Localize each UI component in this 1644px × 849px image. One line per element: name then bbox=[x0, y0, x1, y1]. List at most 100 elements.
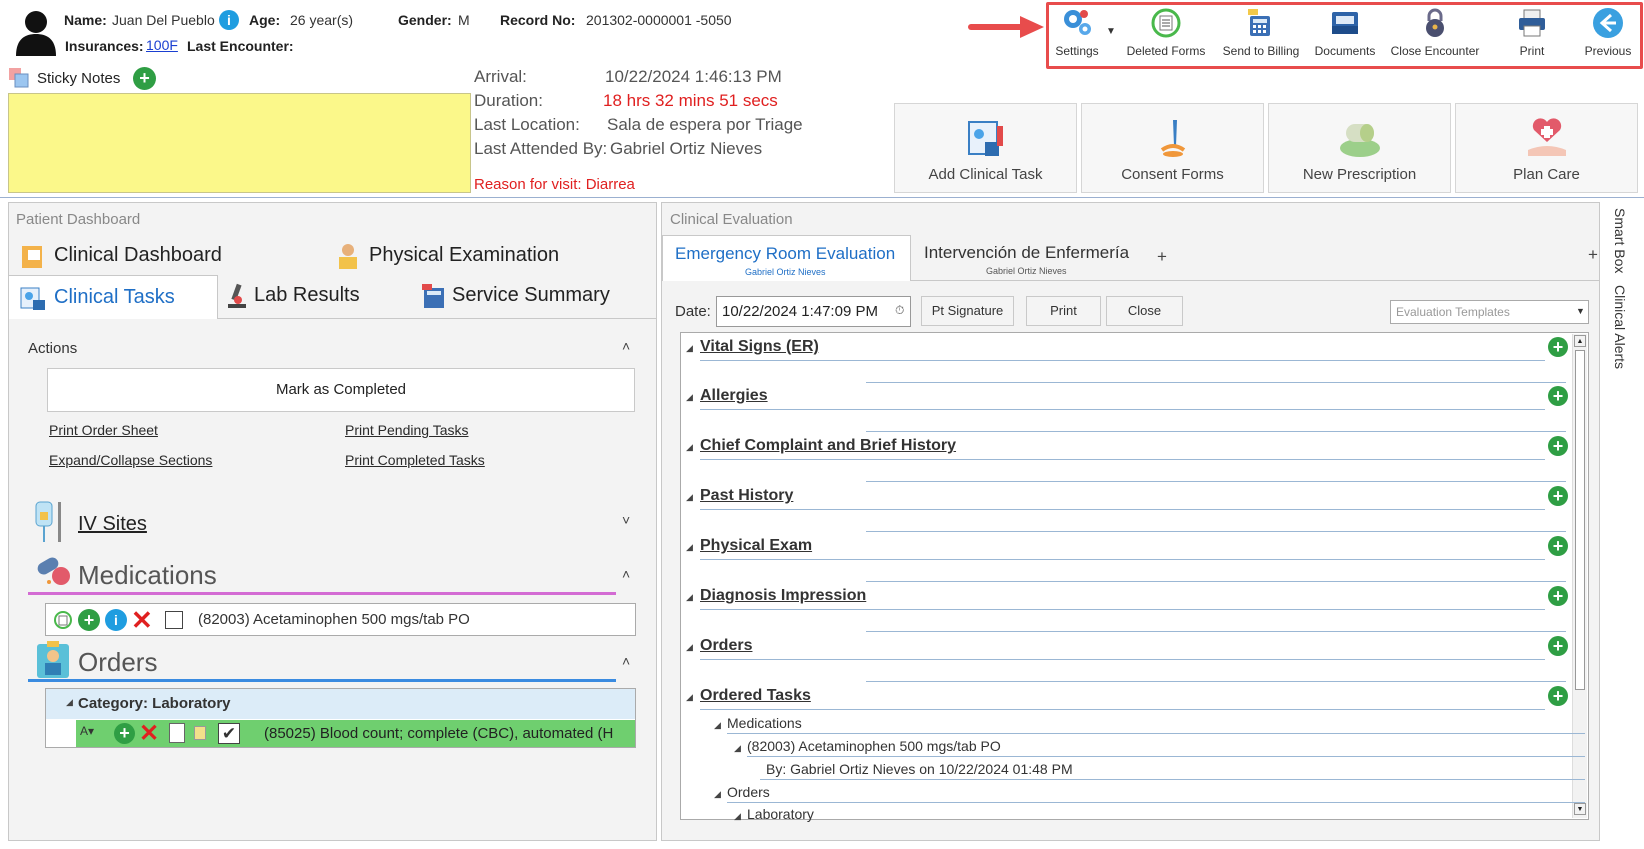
document-add-icon[interactable] bbox=[169, 723, 185, 743]
mark-completed-button[interactable]: Mark as Completed bbox=[47, 368, 635, 412]
delete-icon[interactable]: ✕ bbox=[131, 605, 153, 636]
new-prescription-button[interactable]: New Prescription bbox=[1268, 103, 1451, 193]
tree-med-item[interactable]: (82003) Acetaminophen 500 mgs/tab PO bbox=[747, 738, 1001, 754]
orders-collapse-icon[interactable]: ˄ bbox=[622, 653, 630, 669]
section-ordered-tasks[interactable]: ◢ Ordered Tasks + bbox=[686, 683, 1571, 711]
add-orders-icon[interactable]: + bbox=[1548, 636, 1568, 656]
tab-clinical-tasks[interactable]: Clinical Tasks bbox=[8, 275, 218, 319]
expand-triangle-icon[interactable]: ◢ bbox=[686, 542, 693, 553]
deleted-forms-button[interactable]: Deleted Forms bbox=[1122, 4, 1210, 64]
scroll-down-icon[interactable]: ▼ bbox=[1574, 803, 1586, 815]
send-to-billing-button[interactable]: Send to Billing bbox=[1215, 4, 1307, 64]
print-toolbar-button[interactable]: Print bbox=[1500, 4, 1564, 64]
expand-collapse-link[interactable]: Expand/Collapse Sections bbox=[49, 452, 212, 468]
restore-icon[interactable] bbox=[52, 609, 74, 631]
print-evaluation-button[interactable]: Print bbox=[1026, 296, 1101, 326]
evaluation-templates-select[interactable]: Evaluation Templates ▼ bbox=[1390, 300, 1589, 324]
section-line bbox=[700, 509, 1545, 510]
expand-triangle-icon[interactable]: ◢ bbox=[686, 492, 693, 503]
scrollbar[interactable]: ▲ ▼ bbox=[1572, 334, 1587, 818]
close-evaluation-button[interactable]: Close bbox=[1106, 296, 1183, 326]
plan-care-button[interactable]: Plan Care bbox=[1455, 103, 1638, 193]
tree-medications[interactable]: Medications bbox=[727, 715, 802, 731]
add-physical-exam-icon[interactable]: + bbox=[1548, 536, 1568, 556]
tree-orders[interactable]: Orders bbox=[727, 784, 770, 800]
expand-triangle-icon[interactable]: ◢ bbox=[734, 811, 741, 822]
previous-button[interactable]: Previous bbox=[1576, 4, 1640, 64]
iv-sites-title[interactable]: IV Sites bbox=[78, 513, 147, 536]
add-past-history-icon[interactable]: + bbox=[1548, 486, 1568, 506]
tab-intervencion-enfermeria[interactable]: Intervención de Enfermería Gabriel Ortiz… bbox=[915, 240, 1145, 280]
add-tab-button[interactable]: + bbox=[1157, 247, 1167, 267]
completed-checkbox[interactable]: ✔ bbox=[218, 723, 240, 744]
order-row[interactable]: A▾ + ✕ ✔ (85025) Blood count; complete (… bbox=[76, 720, 635, 747]
text-format-icon[interactable]: A▾ bbox=[80, 724, 94, 738]
settings-button[interactable]: Settings bbox=[1048, 4, 1106, 64]
expand-triangle-icon[interactable]: ◢ bbox=[686, 442, 693, 453]
add-clinical-task-button[interactable]: Add Clinical Task bbox=[894, 103, 1077, 193]
add-tab-right-button[interactable]: + bbox=[1588, 245, 1598, 265]
settings-dropdown-arrow[interactable]: ▼ bbox=[1106, 26, 1116, 37]
section-past-history[interactable]: ◢ Past History + bbox=[686, 483, 1571, 533]
sticky-notes-area[interactable] bbox=[8, 93, 471, 193]
section-physical-exam[interactable]: ◢ Physical Exam + bbox=[686, 533, 1571, 583]
note-icon[interactable] bbox=[194, 726, 206, 740]
section-orders[interactable]: ◢ Orders + bbox=[686, 633, 1571, 683]
smart-box-label: Smart Box bbox=[1612, 208, 1628, 274]
medication-checkbox[interactable] bbox=[165, 611, 183, 629]
documents-button[interactable]: Documents bbox=[1310, 4, 1380, 64]
add-medication-icon[interactable]: + bbox=[78, 609, 100, 631]
section-allergies[interactable]: ◢ Allergies + bbox=[686, 383, 1571, 433]
clinical-alerts-tab[interactable]: Clinical Alerts bbox=[1612, 285, 1636, 375]
close-encounter-button[interactable]: Close Encounter bbox=[1385, 4, 1485, 64]
print-toolbar-label: Print bbox=[1519, 44, 1545, 58]
print-pending-tasks-link[interactable]: Print Pending Tasks bbox=[345, 422, 468, 438]
section-vital-signs[interactable]: ◢ Vital Signs (ER) + bbox=[686, 334, 1571, 384]
calendar-clock-icon[interactable]: ⏱ bbox=[895, 303, 904, 318]
consent-forms-button[interactable]: Consent Forms bbox=[1081, 103, 1264, 193]
scroll-up-icon[interactable]: ▲ bbox=[1574, 335, 1586, 347]
date-field[interactable]: 10/22/2024 1:47:09 PM ⏱ bbox=[716, 296, 911, 327]
add-chief-complaint-icon[interactable]: + bbox=[1548, 436, 1568, 456]
print-order-sheet-link[interactable]: Print Order Sheet bbox=[49, 422, 158, 438]
pt-signature-button[interactable]: Pt Signature bbox=[921, 296, 1014, 326]
expand-triangle-icon[interactable]: ◢ bbox=[734, 743, 741, 754]
section-diagnosis-impression[interactable]: ◢ Diagnosis Impression + bbox=[686, 583, 1571, 633]
expand-triangle-icon[interactable]: ◢ bbox=[686, 343, 693, 354]
info-icon[interactable]: i bbox=[105, 609, 127, 631]
insurances-label: Insurances: bbox=[65, 38, 144, 54]
medication-row[interactable]: + i ✕ (82003) Acetaminophen 500 mgs/tab … bbox=[45, 603, 636, 636]
add-diagnosis-icon[interactable]: + bbox=[1548, 586, 1568, 606]
medications-collapse-icon[interactable]: ˄ bbox=[622, 566, 630, 582]
actions-title: Actions bbox=[28, 340, 78, 357]
expand-triangle-icon[interactable]: ◢ bbox=[686, 642, 693, 653]
info-icon[interactable]: i bbox=[219, 10, 239, 30]
add-ordered-tasks-icon[interactable]: + bbox=[1548, 686, 1568, 706]
add-order-icon[interactable]: + bbox=[114, 723, 135, 744]
expand-triangle-icon[interactable]: ◢ bbox=[714, 789, 721, 800]
tree-line bbox=[727, 733, 1585, 734]
tree-laboratory[interactable]: Laboratory bbox=[747, 806, 814, 822]
tab-emergency-room-evaluation[interactable]: Emergency Room Evaluation Gabriel Ortiz … bbox=[662, 235, 911, 281]
add-sticky-note-button[interactable]: + bbox=[133, 67, 156, 90]
orders-title: Orders bbox=[78, 647, 158, 677]
expand-triangle-icon[interactable]: ◢ bbox=[686, 392, 693, 403]
scroll-thumb[interactable] bbox=[1575, 350, 1585, 690]
add-allergies-icon[interactable]: + bbox=[1548, 386, 1568, 406]
iv-sites-expand-icon[interactable]: ˅ bbox=[622, 512, 630, 528]
expand-triangle-icon[interactable]: ◢ bbox=[66, 697, 73, 708]
section-chief-complaint[interactable]: ◢ Chief Complaint and Brief History + bbox=[686, 433, 1571, 483]
expand-triangle-icon[interactable]: ◢ bbox=[686, 592, 693, 603]
insurances-link[interactable]: 100F bbox=[146, 37, 178, 53]
expand-triangle-icon[interactable]: ◢ bbox=[714, 720, 721, 731]
expand-triangle-icon[interactable]: ◢ bbox=[686, 692, 693, 703]
add-vital-signs-icon[interactable]: + bbox=[1548, 337, 1568, 357]
actions-collapse-icon[interactable]: ˄ bbox=[622, 338, 630, 354]
clipboard-doctor-icon bbox=[35, 640, 71, 680]
chevron-down-icon[interactable]: ▼ bbox=[1576, 306, 1585, 316]
smart-box-tab[interactable]: Smart Box bbox=[1612, 208, 1636, 280]
category-header[interactable]: ◢ Category: Laboratory bbox=[46, 689, 635, 719]
delete-order-icon[interactable]: ✕ bbox=[139, 719, 159, 748]
print-completed-tasks-link[interactable]: Print Completed Tasks bbox=[345, 452, 485, 468]
record-value: 201302-0000001 -5050 bbox=[586, 12, 732, 28]
